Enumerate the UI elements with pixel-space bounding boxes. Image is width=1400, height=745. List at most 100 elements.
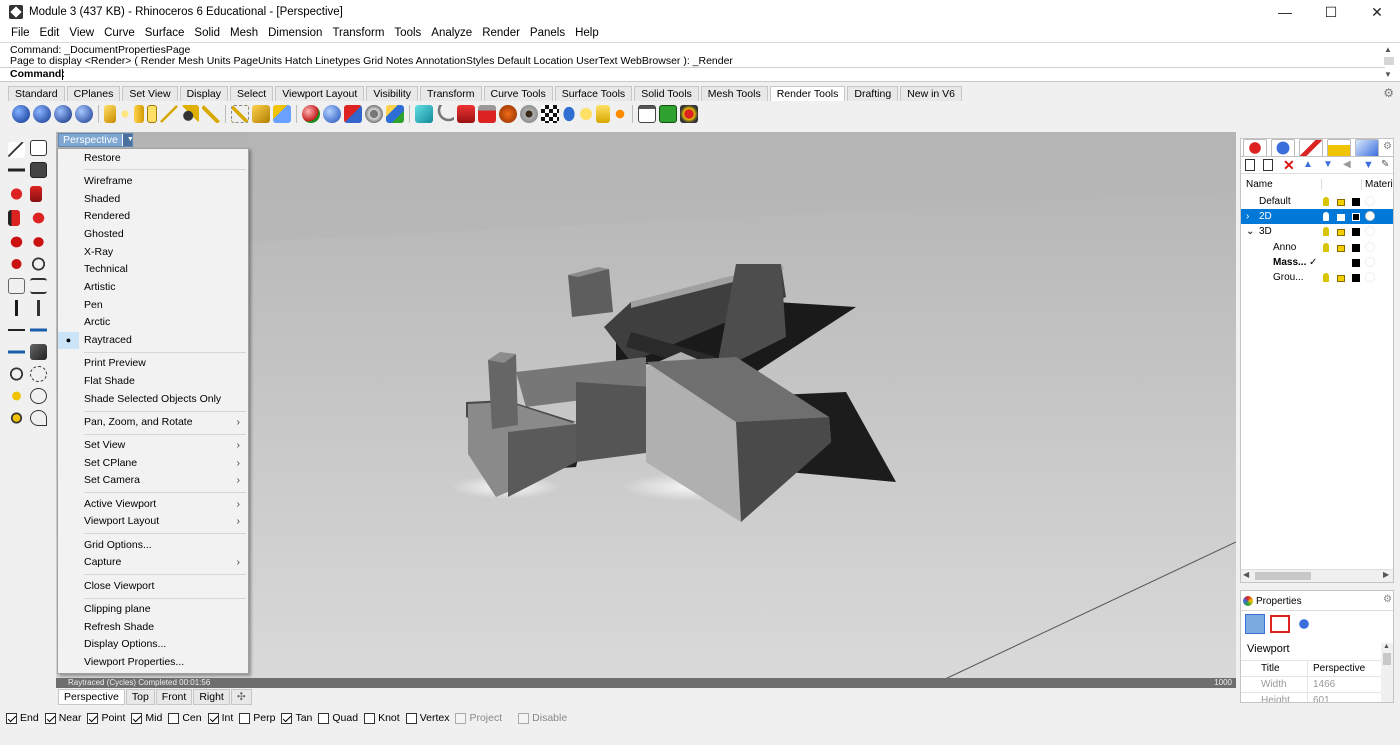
render-frame-icon[interactable] — [478, 105, 496, 123]
lock-icon[interactable] — [1337, 199, 1345, 206]
menu-dimension[interactable]: Dimension — [263, 27, 327, 39]
viewport-frame-icon[interactable] — [1270, 615, 1290, 633]
properties-tab[interactable]: Properties — [1243, 594, 1302, 608]
box-red-icon[interactable] — [30, 186, 42, 202]
menu-item-refresh-shade[interactable]: Refresh Shade — [58, 619, 248, 636]
menu-item-pan-zoom-rotate[interactable]: Pan, Zoom, and Rotate › — [58, 414, 248, 431]
osnap-point[interactable]: Point — [87, 712, 125, 724]
camera-icon[interactable] — [1245, 614, 1265, 634]
render-preview-icon[interactable] — [75, 105, 93, 123]
zoom-window-icon[interactable] — [30, 366, 47, 382]
checkbox[interactable] — [131, 712, 143, 724]
checkbox[interactable] — [518, 712, 530, 724]
checkbox[interactable] — [364, 712, 376, 724]
layer-row-default[interactable]: Default — [1241, 194, 1393, 209]
layer-color-swatch[interactable] — [1352, 244, 1360, 252]
material-swatch[interactable] — [1365, 242, 1375, 252]
menu-panels[interactable]: Panels — [525, 27, 570, 39]
property-value[interactable]: Perspective — [1313, 661, 1365, 677]
materials-tab-icon[interactable] — [1271, 139, 1295, 156]
material-swatch[interactable] — [1365, 196, 1375, 206]
scrollbar-thumb[interactable] — [1383, 653, 1391, 665]
layer-stack-icon[interactable] — [30, 278, 47, 294]
checker-texture-icon[interactable] — [541, 105, 559, 123]
linear-light-icon[interactable] — [160, 105, 178, 123]
sun-icon[interactable] — [202, 105, 220, 123]
checkbox[interactable] — [207, 712, 219, 724]
render-panel-icon[interactable] — [638, 105, 656, 123]
layer-color-swatch[interactable] — [1352, 259, 1360, 267]
material-swatch[interactable] — [1365, 257, 1375, 267]
render-settings-icon[interactable] — [1295, 615, 1313, 633]
menu-item-ghosted[interactable]: Ghosted — [58, 226, 248, 243]
light-target-icon[interactable] — [273, 105, 291, 123]
truck-red-icon[interactable] — [30, 234, 47, 250]
gear-icon[interactable]: ⚙ — [1383, 594, 1392, 605]
zoom-icon[interactable] — [8, 366, 25, 382]
rotate-view-icon[interactable] — [30, 410, 47, 426]
play-render-icon[interactable] — [659, 105, 677, 123]
texture-mapping-icon[interactable] — [365, 105, 383, 123]
move-up-icon[interactable]: ▲ — [1303, 159, 1313, 170]
menu-item-active-viewport[interactable]: Active Viewport › — [58, 496, 248, 513]
menu-item-pen[interactable]: Pen — [58, 297, 248, 314]
material-swatch[interactable] — [1365, 226, 1375, 236]
yellow-sphere-icon[interactable] — [579, 105, 593, 123]
checkbox[interactable] — [318, 712, 330, 724]
layers-tab-icon[interactable] — [1243, 139, 1267, 156]
menu-mesh[interactable]: Mesh — [225, 27, 263, 39]
light-edit-icon[interactable] — [231, 105, 249, 123]
menu-item-rendered[interactable]: Rendered — [58, 208, 248, 225]
directional-light-icon[interactable] — [134, 105, 144, 123]
layer-row-anno[interactable]: Anno — [1241, 240, 1393, 255]
layer-color-swatch[interactable] — [1352, 198, 1360, 206]
move-out-icon[interactable]: ◀ — [1343, 159, 1351, 170]
yellow-folder-icon[interactable] — [596, 105, 610, 123]
expand-chevron-icon[interactable]: › — [1246, 209, 1249, 224]
close-button[interactable]: ✕ — [1354, 0, 1400, 24]
lock-icon[interactable] — [1337, 214, 1345, 221]
tab-transform[interactable]: Transform — [420, 86, 482, 101]
lock-icon[interactable] — [1337, 245, 1345, 252]
layer-row-ground[interactable]: Grou... — [1241, 270, 1393, 285]
light-manager-icon[interactable] — [181, 105, 199, 123]
osnap-knot[interactable]: Knot — [364, 712, 400, 724]
scroll-left-icon[interactable]: ◀ — [1243, 570, 1249, 579]
lock-icon[interactable] — [1337, 229, 1345, 236]
assign-material-icon[interactable] — [323, 105, 341, 123]
plane-icon[interactable] — [8, 300, 25, 316]
menu-curve[interactable]: Curve — [99, 27, 140, 39]
menu-item-flat-shade[interactable]: Flat Shade — [58, 373, 248, 390]
scroll-up-icon[interactable]: ▲ — [1383, 643, 1390, 650]
checkbox[interactable] — [168, 712, 180, 724]
tab-surface-tools[interactable]: Surface Tools — [554, 86, 633, 101]
osnap-quad[interactable]: Quad — [318, 712, 358, 724]
menu-item-shade-selected[interactable]: Shade Selected Objects Only — [58, 391, 248, 408]
jet-icon[interactable] — [30, 300, 47, 316]
tab-standard[interactable]: Standard — [8, 86, 65, 101]
checkbox[interactable] — [239, 712, 251, 724]
tab-perspective[interactable]: Perspective — [58, 689, 125, 705]
menu-item-viewport-layout[interactable]: Viewport Layout › — [58, 513, 248, 530]
material-editor-icon[interactable] — [302, 105, 320, 123]
new-sublayer-icon[interactable] — [1263, 159, 1273, 171]
menu-item-print-preview[interactable]: Print Preview — [58, 355, 248, 372]
menu-view[interactable]: View — [64, 27, 99, 39]
chevron-down-icon[interactable]: ▼ — [121, 134, 134, 146]
menu-item-restore[interactable]: Restore — [58, 150, 248, 167]
menu-item-set-view[interactable]: Set View › — [58, 437, 248, 454]
search-icon[interactable] — [30, 256, 47, 272]
helicopter-icon[interactable] — [8, 344, 25, 360]
filter-icon[interactable]: ▼ — [1363, 159, 1374, 171]
menu-item-x-ray[interactable]: X-Ray — [58, 244, 248, 261]
menu-item-raytraced[interactable]: ● Raytraced — [58, 332, 248, 349]
tab-solid-tools[interactable]: Solid Tools — [634, 86, 699, 101]
lightbulb-icon[interactable] — [1323, 273, 1329, 282]
tab-top[interactable]: Top — [125, 689, 155, 705]
tab-viewport-layout[interactable]: Viewport Layout — [275, 86, 365, 101]
osnap-vertex[interactable]: Vertex — [405, 712, 449, 724]
horizontal-scrollbar[interactable]: ◀ ▶ — [1241, 569, 1393, 582]
tab-new-in-v6[interactable]: New in V6 — [900, 86, 963, 101]
select-arrow-icon[interactable] — [8, 142, 25, 158]
tab-curve-tools[interactable]: Curve Tools — [483, 86, 553, 101]
